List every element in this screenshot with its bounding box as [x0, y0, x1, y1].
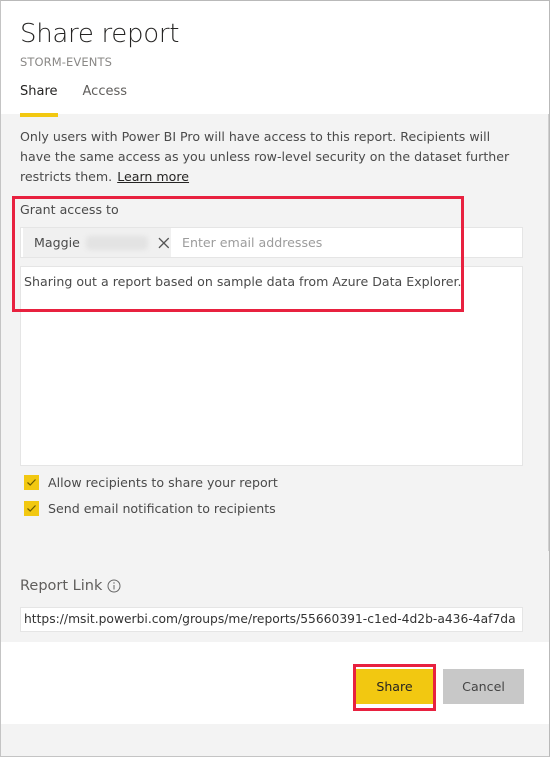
email-input[interactable] — [182, 235, 522, 250]
share-button[interactable]: Share — [356, 669, 433, 704]
grant-access-label: Grant access to — [20, 202, 119, 217]
remove-recipient-icon[interactable] — [157, 236, 171, 250]
notice-text: Only users with Power BI Pro will have a… — [20, 129, 510, 184]
dialog-footer: Share Cancel — [1, 642, 549, 724]
email-notification-option[interactable]: Send email notification to recipients — [24, 501, 276, 516]
tab-bar: Share Access — [20, 84, 152, 117]
recipient-name: Maggie — [34, 235, 80, 250]
report-name: STORM-EVENTS — [20, 55, 112, 69]
checkmark-icon — [27, 479, 36, 486]
info-icon[interactable] — [107, 579, 121, 593]
cancel-button[interactable]: Cancel — [443, 669, 524, 704]
share-report-dialog: Share report STORM-EVENTS Share Access O… — [0, 0, 550, 757]
learn-more-link[interactable]: Learn more — [117, 169, 189, 184]
recipient-chip: Maggie — [23, 228, 171, 257]
checkmark-icon — [27, 505, 36, 512]
report-link-field[interactable]: https://msit.powerbi.com/groups/me/repor… — [20, 607, 523, 632]
access-notice: Only users with Power BI Pro will have a… — [20, 127, 520, 187]
dialog-title: Share report — [20, 19, 180, 49]
allow-reshare-option[interactable]: Allow recipients to share your report — [24, 475, 278, 490]
email-notification-checkbox[interactable] — [24, 501, 39, 516]
report-link-header: Report Link — [20, 578, 121, 594]
redacted-surname — [85, 235, 149, 250]
allow-reshare-checkbox[interactable] — [24, 475, 39, 490]
email-notification-label: Send email notification to recipients — [48, 501, 276, 516]
recipients-field[interactable]: Maggie — [20, 227, 523, 258]
report-link-label: Report Link — [20, 578, 103, 594]
allow-reshare-label: Allow recipients to share your report — [48, 475, 278, 490]
message-textarea[interactable]: Sharing out a report based on sample dat… — [20, 266, 523, 466]
tab-access[interactable]: Access — [83, 84, 128, 108]
tab-share[interactable]: Share — [20, 84, 58, 117]
dialog-header: Share report STORM-EVENTS Share Access — [1, 1, 549, 117]
